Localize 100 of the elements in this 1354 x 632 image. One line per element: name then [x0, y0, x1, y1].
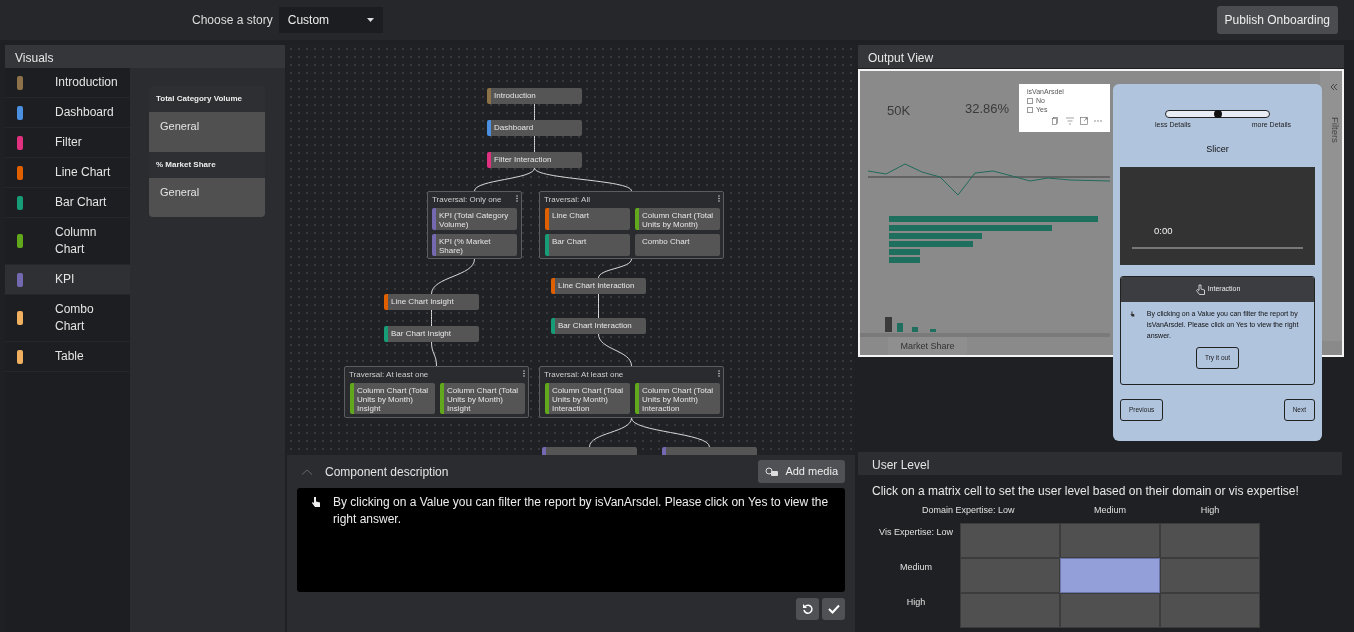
sidebar-item[interactable]: Combo Chart: [5, 295, 130, 342]
component-title: Slicer: [1205, 142, 1230, 156]
slider-thumb[interactable]: [1213, 110, 1222, 118]
panel-title: User Level: [858, 452, 1342, 475]
group-container[interactable]: Traversal: All Line Chart Column Chart (Total Units by Month) Bar Chart Combo Chart: [539, 191, 724, 259]
sidebar-item[interactable]: Filter: [5, 128, 130, 158]
flow-node[interactable]: Column Chart (Total Units by Month) Interaction: [545, 383, 630, 414]
section-title: Component description: [325, 463, 449, 481]
sidebar-item[interactable]: Dashboard: [5, 98, 130, 128]
property-title: Total Category Volume: [155, 93, 243, 105]
video-player[interactable]: 0:00: [1120, 167, 1315, 265]
connector-line: [431, 341, 437, 367]
chart-bar: [912, 327, 918, 332]
flow-node[interactable]: Combo Chart: [635, 234, 720, 256]
checkbox[interactable]: [1027, 98, 1033, 104]
chart-bar: [885, 317, 892, 332]
story-dropdown[interactable]: Custom: [278, 7, 383, 33]
flow-node[interactable]: Line Chart: [545, 208, 630, 230]
flow-node[interactable]: Line Chart Interaction: [551, 278, 646, 294]
flow-node[interactable]: Filter Interaction: [487, 152, 582, 168]
media-icon: [765, 466, 780, 477]
flow-node[interactable]: Bar Chart: [545, 234, 630, 256]
column-label: Medium: [1093, 504, 1127, 517]
group-title: Traversal: All: [544, 195, 590, 204]
slider-track[interactable]: [1165, 110, 1270, 118]
property-value[interactable]: General: [149, 177, 265, 217]
column-label: High: [1199, 504, 1221, 517]
connector-line: [598, 258, 632, 279]
hand-pointer-icon: [1194, 283, 1206, 296]
publish-button[interactable]: Publish Onboarding: [1216, 6, 1338, 34]
hand-pointer-icon: [311, 496, 321, 508]
sidebar-item[interactable]: KPI: [5, 265, 130, 295]
column-label: Domain Expertise: Low: [922, 504, 1016, 517]
connector-line: [534, 135, 535, 153]
chevron-icon: [1329, 83, 1338, 91]
copy-icon: [1052, 117, 1060, 125]
matrix-cell[interactable]: [1160, 593, 1260, 628]
row-label: High: [905, 596, 927, 609]
flow-node[interactable]: Dashboard: [487, 120, 582, 136]
confirm-button[interactable]: [822, 598, 845, 620]
group-title: Traversal: At least one: [544, 370, 624, 379]
group-container[interactable]: Traversal: Only one KPI (Total Category Volume) KPI (% Market Share): [427, 191, 522, 259]
chart-bar: [930, 329, 936, 332]
connector-line: [598, 293, 599, 319]
sidebar-item[interactable]: Bar Chart: [5, 188, 130, 218]
connector-line: [431, 258, 475, 295]
property-title: % Market Share: [155, 158, 217, 171]
page-tab[interactable]: Market Share: [888, 337, 967, 355]
sidebar-item[interactable]: Table: [5, 342, 130, 372]
matrix-cell[interactable]: [1160, 523, 1260, 558]
matrix-cell[interactable]: [960, 593, 1060, 628]
flow-node[interactable]: Line Chart Insight: [384, 294, 479, 310]
undo-button[interactable]: [796, 598, 819, 620]
matrix-cell[interactable]: [1060, 558, 1160, 593]
connector-line: [534, 103, 535, 121]
property-value[interactable]: General: [149, 112, 265, 152]
matrix-cell[interactable]: [1060, 523, 1160, 558]
kpi-value: 32.86%: [965, 100, 1010, 118]
sidebar-item[interactable]: Line Chart: [5, 158, 130, 188]
matrix-cell[interactable]: [1060, 593, 1160, 628]
description-text: By clicking on a Value you can filter the report by isVanArsdel. Please click on Yes to view the right answer.: [333, 494, 830, 528]
caret-icon: [366, 18, 374, 22]
chevron-up-icon[interactable]: [301, 468, 313, 475]
more-icon: [1094, 117, 1102, 125]
chart-bar: [889, 257, 920, 263]
panel-title: Visuals: [5, 45, 285, 68]
panel-title: Output View: [858, 45, 1344, 68]
flow-node[interactable]: Bar Chart Interaction: [551, 318, 646, 334]
video-time: 0:00: [1154, 224, 1173, 238]
check-icon: [827, 604, 840, 614]
flow-node[interactable]: Column Chart (Total Units by Month): [635, 208, 720, 230]
matrix-cell[interactable]: [1160, 558, 1260, 593]
group-container[interactable]: Traversal: At least one Column Chart (Total Units by Month) Insight Column Chart (Total Units by Month) Insight: [344, 366, 529, 418]
add-media-button[interactable]: Add media: [758, 460, 845, 483]
kpi-value: 50K: [887, 102, 911, 120]
flow-node[interactable]: Introduction: [487, 88, 582, 104]
connector-line: [598, 333, 632, 367]
checkbox[interactable]: [1027, 107, 1033, 113]
expand-icon: [1080, 117, 1088, 125]
instruction-text: Click on a matrix cell to set the user level based on their domain or vis expertise!: [872, 483, 1300, 500]
connector-line: [431, 309, 432, 327]
flow-node[interactable]: Bar Chart Insight: [384, 326, 479, 342]
matrix-cell[interactable]: [960, 523, 1060, 558]
filter-icon: [1066, 117, 1074, 125]
flow-node[interactable]: KPI (Total Category Volume): [432, 208, 517, 230]
undo-icon: [801, 603, 814, 615]
flow-node[interactable]: Column Chart (Total Units by Month) Insight: [440, 383, 525, 414]
story-label: Choose a story: [192, 12, 273, 29]
flow-node[interactable]: KPI (% Market Share): [432, 234, 517, 256]
group-title: Traversal: Only one: [432, 195, 502, 204]
flow-node[interactable]: Column Chart (Total Units by Month) Insight: [350, 383, 435, 414]
flow-node[interactable]: Column Chart (Total Units by Month) Interaction: [635, 383, 720, 414]
chart-bar: [889, 249, 920, 255]
sidebar-item[interactable]: Introduction: [5, 68, 130, 98]
matrix-cell[interactable]: [960, 558, 1060, 593]
row-label: Vis Expertise: Low: [878, 526, 954, 539]
row-label: Medium: [899, 561, 933, 574]
chart-bar: [897, 323, 903, 332]
description-field[interactable]: By clicking on a Value you can filter the report by isVanArsdel. Please click on Yes to view the right answer.: [297, 488, 845, 592]
group-container[interactable]: Traversal: At least one Column Chart (Total Units by Month) Interaction Column Chart (Total Units by Month) Interaction: [539, 366, 724, 418]
